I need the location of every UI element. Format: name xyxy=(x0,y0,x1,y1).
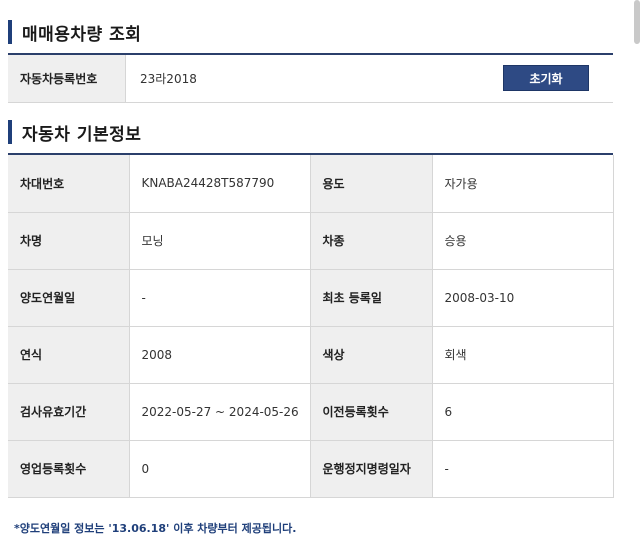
color-value: 회색 xyxy=(431,325,614,384)
vehicle-type-label: 차종 xyxy=(309,211,433,270)
basic-info-section-title: 자동차 기본정보 xyxy=(8,119,141,145)
model-year-label: 연식 xyxy=(8,325,130,384)
transfer-date-value: - xyxy=(128,268,311,327)
lookup-row: 자동차등록번호 23라2018 초기화 xyxy=(8,55,613,103)
first-registration-value: 2008-03-10 xyxy=(431,268,614,327)
footnote: *양도연월일 정보는 '13.06.18' 이후 차량부터 제공됩니다. xyxy=(14,522,297,535)
table-row: 검사유효기간 2022-05-27 ~ 2024-05-26 이전등록횟수 6 xyxy=(8,382,614,441)
model-name-value: 모닝 xyxy=(128,211,311,270)
lookup-title-text: 매매용차량 조회 xyxy=(22,24,142,45)
previous-registrations-value: 6 xyxy=(431,382,614,441)
table-row: 차대번호 KNABA24428T587790 용도 자가용 xyxy=(8,155,614,213)
transfer-date-label: 양도연월일 xyxy=(8,268,130,327)
title-accent-bar xyxy=(8,120,12,144)
usage-value: 자가용 xyxy=(431,155,614,213)
lookup-section-title: 매매용차량 조회 xyxy=(8,19,141,45)
reset-button[interactable]: 초기화 xyxy=(503,65,589,91)
table-row: 차명 모닝 차종 승용 xyxy=(8,211,614,270)
color-label: 색상 xyxy=(309,325,433,384)
table-row: 연식 2008 색상 회색 xyxy=(8,325,614,384)
title-accent-bar xyxy=(8,20,12,44)
inspection-period-label: 검사유효기간 xyxy=(8,382,130,441)
table-row: 양도연월일 - 최초 등록일 2008-03-10 xyxy=(8,268,614,327)
first-registration-label: 최초 등록일 xyxy=(309,268,433,327)
inspection-period-value: 2022-05-27 ~ 2024-05-26 xyxy=(128,382,311,441)
registration-number-label: 자동차등록번호 xyxy=(8,55,126,102)
model-name-label: 차명 xyxy=(8,211,130,270)
vin-value: KNABA24428T587790 xyxy=(128,155,311,213)
usage-label: 용도 xyxy=(309,155,433,213)
business-registrations-value: 0 xyxy=(128,439,311,498)
vehicle-info-table: 차대번호 KNABA24428T587790 용도 자가용 차명 모닝 차종 승… xyxy=(8,155,614,498)
vehicle-type-value: 승용 xyxy=(431,211,614,270)
suspension-order-date-label: 운행정지명령일자 xyxy=(309,439,433,498)
suspension-order-date-value: - xyxy=(431,439,614,498)
basic-info-title-text: 자동차 기본정보 xyxy=(22,124,142,145)
model-year-value: 2008 xyxy=(128,325,311,384)
scrollbar[interactable] xyxy=(634,0,640,44)
business-registrations-label: 영업등록횟수 xyxy=(8,439,130,498)
vin-label: 차대번호 xyxy=(8,155,130,213)
table-row: 영업등록횟수 0 운행정지명령일자 - xyxy=(8,439,614,498)
previous-registrations-label: 이전등록횟수 xyxy=(309,382,433,441)
